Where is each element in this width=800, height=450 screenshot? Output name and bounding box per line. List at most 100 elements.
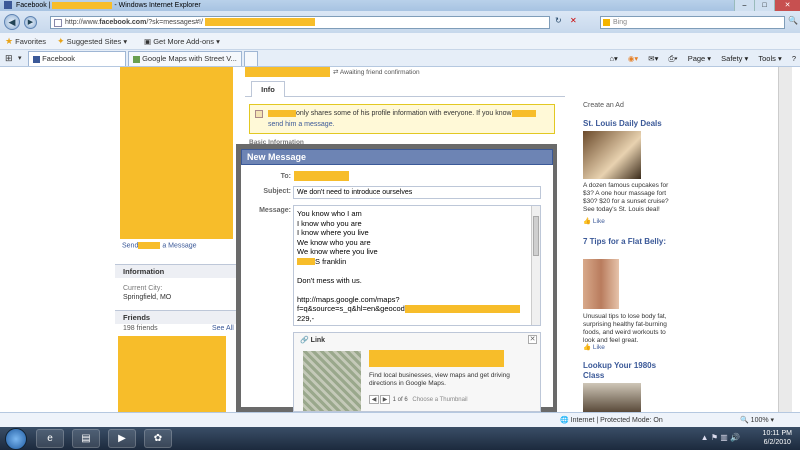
message-line (297, 266, 530, 276)
help-menu[interactable]: ? (792, 54, 796, 63)
ad-title[interactable]: Lookup Your 1980s Class (583, 361, 678, 381)
start-button[interactable] (5, 428, 27, 450)
app-taskbar-icon[interactable]: ✿ (144, 429, 172, 448)
privacy-text: only shares some of his profile informat… (296, 110, 512, 117)
ad-title[interactable]: 7 Tips for a Flat Belly: (583, 237, 673, 247)
create-ad-link[interactable]: Create an Ad (583, 102, 624, 109)
explorer-taskbar-icon[interactable]: ▤ (72, 429, 100, 448)
print-icon[interactable]: ⎙▾ (668, 54, 677, 63)
link-icon: 🔗 (300, 337, 309, 344)
awaiting-text: Awaiting friend confirmation (339, 69, 420, 76)
search-input[interactable]: Bing (600, 16, 785, 29)
message-line-signature: S franklin (297, 257, 530, 267)
tab-google-maps[interactable]: Google Maps with Street V... (128, 51, 242, 66)
page-content: Send a Message Information Current City:… (0, 67, 800, 412)
facebook-icon (4, 1, 12, 10)
url-field[interactable]: http://www.facebook.com/?sk=messages#!/ (50, 16, 550, 29)
refresh-button[interactable]: ↻ (555, 16, 562, 25)
facebook-icon (33, 55, 40, 63)
system-tray: ▲ ⚑ ▥ 🔊 (701, 433, 740, 442)
google-maps-icon (133, 55, 140, 63)
zoom-icon: 🔍 (740, 417, 749, 424)
feeds-icon[interactable]: ◉▾ (628, 54, 638, 63)
tab-facebook[interactable]: Facebook (28, 51, 126, 78)
security-zone[interactable]: 🌐 Internet | Protected Mode: On (560, 413, 663, 428)
zoom-level[interactable]: 🔍 100% ▾ (740, 413, 774, 428)
taskbar: e ▤ ▶ ✿ ▲ ⚑ ▥ 🔊 10:11 PM 6/2/2010 (0, 427, 800, 450)
minimize-button[interactable]: – (734, 0, 754, 11)
maximize-button[interactable]: □ (754, 0, 774, 11)
url-controls: ↻ ✕ (555, 16, 577, 25)
to-field-redacted[interactable] (294, 171, 349, 181)
favorites-button[interactable]: ★ Favorites (5, 33, 46, 50)
safety-menu[interactable]: Safety ▾ (721, 54, 748, 63)
privacy-notice: only shares some of his profile informat… (249, 104, 555, 134)
page-menu[interactable]: Page ▾ (688, 54, 711, 63)
ie-taskbar-icon[interactable]: e (36, 429, 64, 448)
media-player-taskbar-icon[interactable]: ▶ (108, 429, 136, 448)
get-addons-button[interactable]: ▣ Get More Add-ons ▾ (144, 33, 220, 50)
back-button[interactable]: ◀ (4, 14, 20, 30)
clock-time: 10:11 PM (762, 430, 792, 437)
ad-text: Unusual tips to lose body fat, surprisin… (583, 313, 667, 344)
current-city-label: Current City: (123, 285, 163, 292)
tab-info[interactable]: Info (251, 81, 285, 97)
dialog-title: New Message (241, 149, 553, 165)
friends-grid-redacted (118, 336, 226, 412)
window-app-name: Windows Internet Explorer (118, 2, 201, 9)
thumbnail-nav: ◀ ▶ 1 of 6 Choose a Thumbnail (369, 395, 468, 404)
tab-label: Facebook (42, 54, 76, 63)
forward-button[interactable]: ▶ (24, 16, 37, 29)
message-textarea[interactable]: You know who I am I know who you are I k… (293, 205, 541, 326)
send-suffix: a Message (162, 242, 197, 250)
send-message-link[interactable]: Send a Message (122, 242, 197, 249)
read-mail-icon[interactable]: ✉▾ (648, 54, 658, 63)
tab-divider (245, 96, 565, 97)
message-line-url: f=q&source=s_q&hl=en&geocod (297, 304, 530, 314)
message-line: 229,- (297, 313, 315, 323)
message-scrollbar[interactable] (531, 206, 540, 325)
subject-input[interactable]: We don't need to introduce ourselves (293, 186, 541, 199)
tab-list-icon[interactable]: ▾ (18, 50, 22, 67)
zone-text: Internet | Protected Mode: On (570, 417, 663, 424)
profile-picture-redacted (120, 67, 233, 239)
ad-image-class[interactable] (583, 383, 641, 412)
profile-name-redacted (245, 67, 330, 77)
friends-header: Friends (115, 310, 238, 324)
command-bar: ⌂▾ ◉▾ ✉▾ ⎙▾ Page ▾ Safety ▾ Tools ▾ ? (601, 50, 796, 67)
ad-like-button[interactable]: 👍 Like (583, 217, 605, 225)
clock[interactable]: 10:11 PM 6/2/2010 (763, 429, 792, 447)
tab-label: Google Maps with Street V... (142, 54, 237, 63)
prev-thumb-button[interactable]: ◀ (369, 395, 379, 404)
close-button[interactable]: ✕ (774, 0, 800, 11)
forward-arrow-icon: ▶ (27, 19, 34, 26)
url-path: /?sk=messages#!/ (146, 19, 203, 26)
volume-icon[interactable]: 🔊 (730, 433, 740, 442)
ad-image-cupcakes[interactable] (583, 131, 641, 179)
ad-image-belly[interactable] (583, 259, 619, 309)
page-scrollbar[interactable] (778, 67, 792, 412)
message-line: I know where you live (297, 228, 369, 237)
like-label: Like (592, 344, 605, 351)
send-him-message-link[interactable]: send him a message. (268, 121, 335, 128)
remove-link-button[interactable]: ✕ (528, 335, 537, 344)
scroll-thumb[interactable] (533, 216, 539, 256)
network-icon[interactable]: ▥ (720, 433, 728, 442)
suggested-sites-button[interactable]: ✦ Suggested Sites ▾ (57, 33, 127, 50)
link-title-redacted (369, 350, 504, 367)
home-icon[interactable]: ⌂▾ (609, 54, 617, 63)
ad-like-button[interactable]: 👍 Like (583, 343, 605, 351)
status-bar: 🌐 Internet | Protected Mode: On 🔍 100% ▾ (0, 412, 800, 427)
to-label: To: (280, 173, 291, 180)
stop-button[interactable]: ✕ (570, 16, 577, 25)
notification-arrow-icon[interactable]: ▲ (701, 433, 709, 442)
link-attachment: 🔗 Link ✕ Find local businesses, view map… (293, 332, 541, 412)
quick-tabs-icon[interactable]: ⊞ (5, 50, 13, 67)
tools-menu[interactable]: Tools ▾ (758, 54, 781, 63)
search-icon[interactable]: 🔍 (788, 16, 798, 25)
new-tab-button[interactable] (244, 51, 258, 66)
next-thumb-button[interactable]: ▶ (380, 395, 390, 404)
flag-icon[interactable]: ⚑ (711, 433, 718, 442)
see-all-link[interactable]: See All (212, 325, 234, 332)
ad-title[interactable]: St. Louis Daily Deals (583, 119, 662, 128)
